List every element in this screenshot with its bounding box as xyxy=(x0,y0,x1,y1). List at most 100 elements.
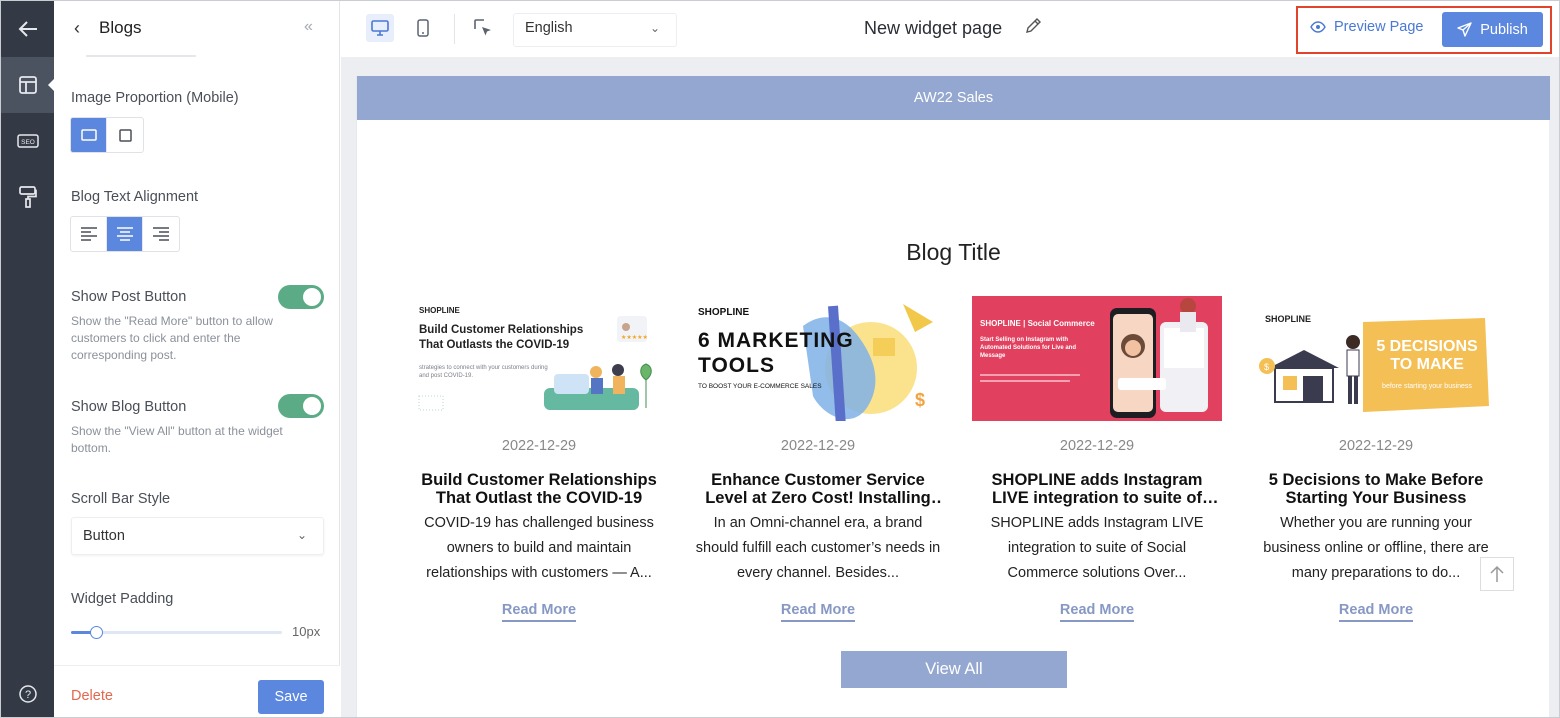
publish-label: Publish xyxy=(1480,21,1528,38)
panel-header: ‹ Blogs « xyxy=(54,1,340,57)
post-title[interactable]: 5 Decisions to Make Before Starting Your… xyxy=(1253,471,1499,507)
show-post-button-label: Show Post Button xyxy=(71,289,187,305)
proportion-square-option[interactable] xyxy=(107,118,143,152)
blog-thumbnail[interactable]: $ SHOPLINE 6 MARKETING TOOLS TO BOOST YO… xyxy=(693,296,943,421)
post-date: 2022-12-29 xyxy=(1059,438,1135,454)
show-blog-button-description: Show the "View All" button at the widget… xyxy=(71,424,283,455)
chevron-down-icon: ⌄ xyxy=(296,528,307,542)
eye-icon xyxy=(1310,21,1326,33)
read-more-link[interactable]: Read More xyxy=(972,601,1222,622)
chevron-left-icon[interactable]: ‹ xyxy=(74,18,88,38)
thumb-sub: strategies to connect with your customer… xyxy=(419,365,548,379)
cursor-select-icon[interactable] xyxy=(469,14,497,42)
panel-title: Blogs xyxy=(99,18,142,37)
language-select[interactable]: English ⌄ xyxy=(513,13,677,47)
arrow-left-icon[interactable] xyxy=(1,1,54,57)
read-more-label: Read More xyxy=(1338,602,1414,622)
left-rail: SEO ? xyxy=(1,1,55,717)
post-title[interactable]: SHOPLINE adds Instagram LIVE integration… xyxy=(974,471,1220,507)
text-alignment-selector xyxy=(70,216,180,252)
page-canvas: AW22 Sales Blog Title SHOPLINE Build Cus… xyxy=(341,58,1559,717)
thumb-sub: TO BOOST YOUR E-COMMERCE SALES xyxy=(698,383,822,390)
publish-button[interactable]: Publish xyxy=(1442,12,1543,47)
read-more-label: Read More xyxy=(1059,602,1135,622)
highlighted-actions: Preview Page Publish xyxy=(1296,6,1552,54)
announcement-banner[interactable]: AW22 Sales xyxy=(357,76,1550,120)
image-proportion-label: Image Proportion (Mobile) xyxy=(71,90,239,106)
paint-roller-icon[interactable] xyxy=(1,169,54,225)
blog-thumbnail[interactable]: SHOPLINE Build Customer Relationships Th… xyxy=(414,296,664,421)
preview-page-label: Preview Page xyxy=(1334,19,1424,35)
post-excerpt: Whether you are running your business on… xyxy=(1263,515,1489,581)
svg-text:$: $ xyxy=(915,390,925,410)
svg-text:$: $ xyxy=(1264,362,1269,372)
thumb-headline: Start Selling on Instagram with Automate… xyxy=(980,337,1077,359)
thumb-brand: SHOPLINE xyxy=(419,306,461,315)
panel-footer: Delete Save xyxy=(54,665,340,717)
post-date: 2022-12-29 xyxy=(1338,438,1414,454)
show-post-button-description: Show the "Read More" button to allow cus… xyxy=(71,314,273,362)
proportion-landscape-option[interactable] xyxy=(71,118,107,152)
blog-thumbnail[interactable]: SHOPLINE | Social Commerce Start Selling… xyxy=(972,296,1222,421)
read-more-link[interactable]: Read More xyxy=(414,601,664,622)
blog-thumbnail[interactable]: SHOPLINE 5 DECISIONS TO MAKE before star… xyxy=(1251,296,1501,421)
layout-icon[interactable] xyxy=(1,57,55,113)
post-excerpt: In an Omni-channel era, a brand should f… xyxy=(695,515,941,581)
post-excerpt: SHOPLINE adds Instagram LIVE integration… xyxy=(990,515,1204,581)
show-blog-button-label: Show Blog Button xyxy=(71,399,187,415)
align-left-icon[interactable] xyxy=(71,217,107,251)
thumb-brand: SHOPLINE | Social Commerce xyxy=(980,319,1095,328)
panel-scroll-stub xyxy=(86,55,196,57)
post-title[interactable]: Build Customer Relationships That Outlas… xyxy=(416,471,662,507)
show-blog-button-toggle[interactable] xyxy=(278,394,324,418)
slider-thumb[interactable] xyxy=(90,626,104,639)
svg-text:?: ? xyxy=(24,689,30,701)
blog-widget-title: Blog Title xyxy=(906,239,1001,265)
post-date: 2022-12-29 xyxy=(780,438,856,454)
preview-page-button[interactable]: Preview Page xyxy=(1310,19,1423,35)
desktop-icon[interactable] xyxy=(366,14,394,42)
svg-text:SEO: SEO xyxy=(21,139,35,146)
mobile-icon[interactable] xyxy=(409,14,437,42)
show-post-button-toggle[interactable] xyxy=(278,285,324,309)
page-title: New widget page xyxy=(864,18,1003,38)
settings-panel: ‹ Blogs « Image Proportion (Mobile) Blog… xyxy=(54,1,340,717)
thumb-brand: SHOPLINE xyxy=(698,307,749,318)
widget-padding-label: Widget Padding xyxy=(71,591,174,607)
text-alignment-label: Blog Text Alignment xyxy=(71,189,199,205)
save-button[interactable]: Save xyxy=(258,680,324,714)
collapse-panel-icon[interactable]: « xyxy=(304,18,313,36)
top-toolbar: English ⌄ New widget page Preview Page P… xyxy=(341,1,1559,58)
scroll-bar-style-value: Button xyxy=(83,528,125,544)
widget-padding-value: 10px xyxy=(292,624,321,639)
align-center-icon[interactable] xyxy=(107,217,143,251)
delete-button[interactable]: Delete xyxy=(71,688,113,704)
thumb-headline: 5 DECISIONS TO MAKE xyxy=(1376,338,1478,373)
arrow-up-icon[interactable] xyxy=(1480,557,1514,591)
thumb-sub: before starting your business xyxy=(1382,383,1472,390)
thumb-brand: SHOPLINE xyxy=(1265,314,1311,324)
read-more-label: Read More xyxy=(501,602,577,622)
post-date: 2022-12-29 xyxy=(501,438,577,454)
scroll-bar-style-select[interactable]: Button ⌄ xyxy=(71,517,324,555)
language-value: English xyxy=(525,20,573,36)
align-right-icon[interactable] xyxy=(143,217,179,251)
thumb-headline: 6 MARKETING TOOLS xyxy=(698,329,854,377)
page-preview: AW22 Sales Blog Title SHOPLINE Build Cus… xyxy=(356,76,1550,717)
post-title[interactable]: Enhance Customer Service Level at Zero C… xyxy=(695,471,941,507)
read-more-label: Read More xyxy=(780,602,856,622)
help-icon[interactable]: ? xyxy=(1,666,54,717)
widget-padding-slider[interactable] xyxy=(71,626,282,639)
image-proportion-selector xyxy=(70,117,144,153)
view-all-button[interactable]: View All xyxy=(841,651,1067,688)
read-more-link[interactable]: Read More xyxy=(693,601,943,622)
widget-editor: SEO ? ‹ Blogs « Image Proportion (Mobile… xyxy=(0,0,1560,718)
svg-text:★★★★★: ★★★★★ xyxy=(621,334,648,341)
seo-icon[interactable]: SEO xyxy=(1,113,54,169)
toggle-knob xyxy=(303,288,321,306)
send-icon xyxy=(1457,22,1472,37)
read-more-link[interactable]: Read More xyxy=(1251,601,1501,622)
chevron-down-icon: ⌄ xyxy=(649,21,660,35)
post-excerpt: COVID-19 has challenged business owners … xyxy=(424,515,654,581)
pencil-icon[interactable] xyxy=(1024,17,1044,37)
